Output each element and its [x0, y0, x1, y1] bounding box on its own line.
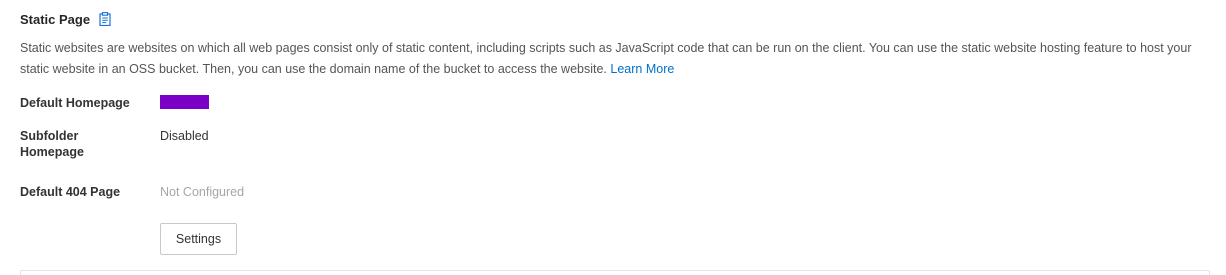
description-text: Static websites are websites on which al… [20, 41, 1192, 76]
subfolder-homepage-label: Subfolder Homepage [20, 128, 84, 160]
section-description: Static websites are websites on which al… [20, 38, 1220, 80]
default-homepage-filename: test.html [160, 95, 210, 109]
subfolder-homepage-value: Disabled [160, 129, 209, 143]
default-404-label: Default 404 Page [20, 185, 121, 199]
default-404-value: Not Configured [160, 185, 245, 199]
section-title: Static Page [20, 11, 91, 27]
static-page-panel: Static Page Static websites are websites… [0, 0, 1226, 275]
document-icon[interactable] [99, 12, 111, 27]
default-homepage-label: Default Homepage [20, 96, 130, 110]
default-homepage-value: test.html [160, 94, 210, 110]
subfolder-homepage-label-line1: Subfolder [20, 129, 79, 143]
next-panel-border [20, 270, 1210, 275]
section-header: Static Page [20, 10, 111, 28]
subfolder-homepage-label-line2: Homepage [20, 145, 84, 159]
settings-button[interactable]: Settings [160, 223, 237, 255]
learn-more-link[interactable]: Learn More [610, 62, 674, 76]
